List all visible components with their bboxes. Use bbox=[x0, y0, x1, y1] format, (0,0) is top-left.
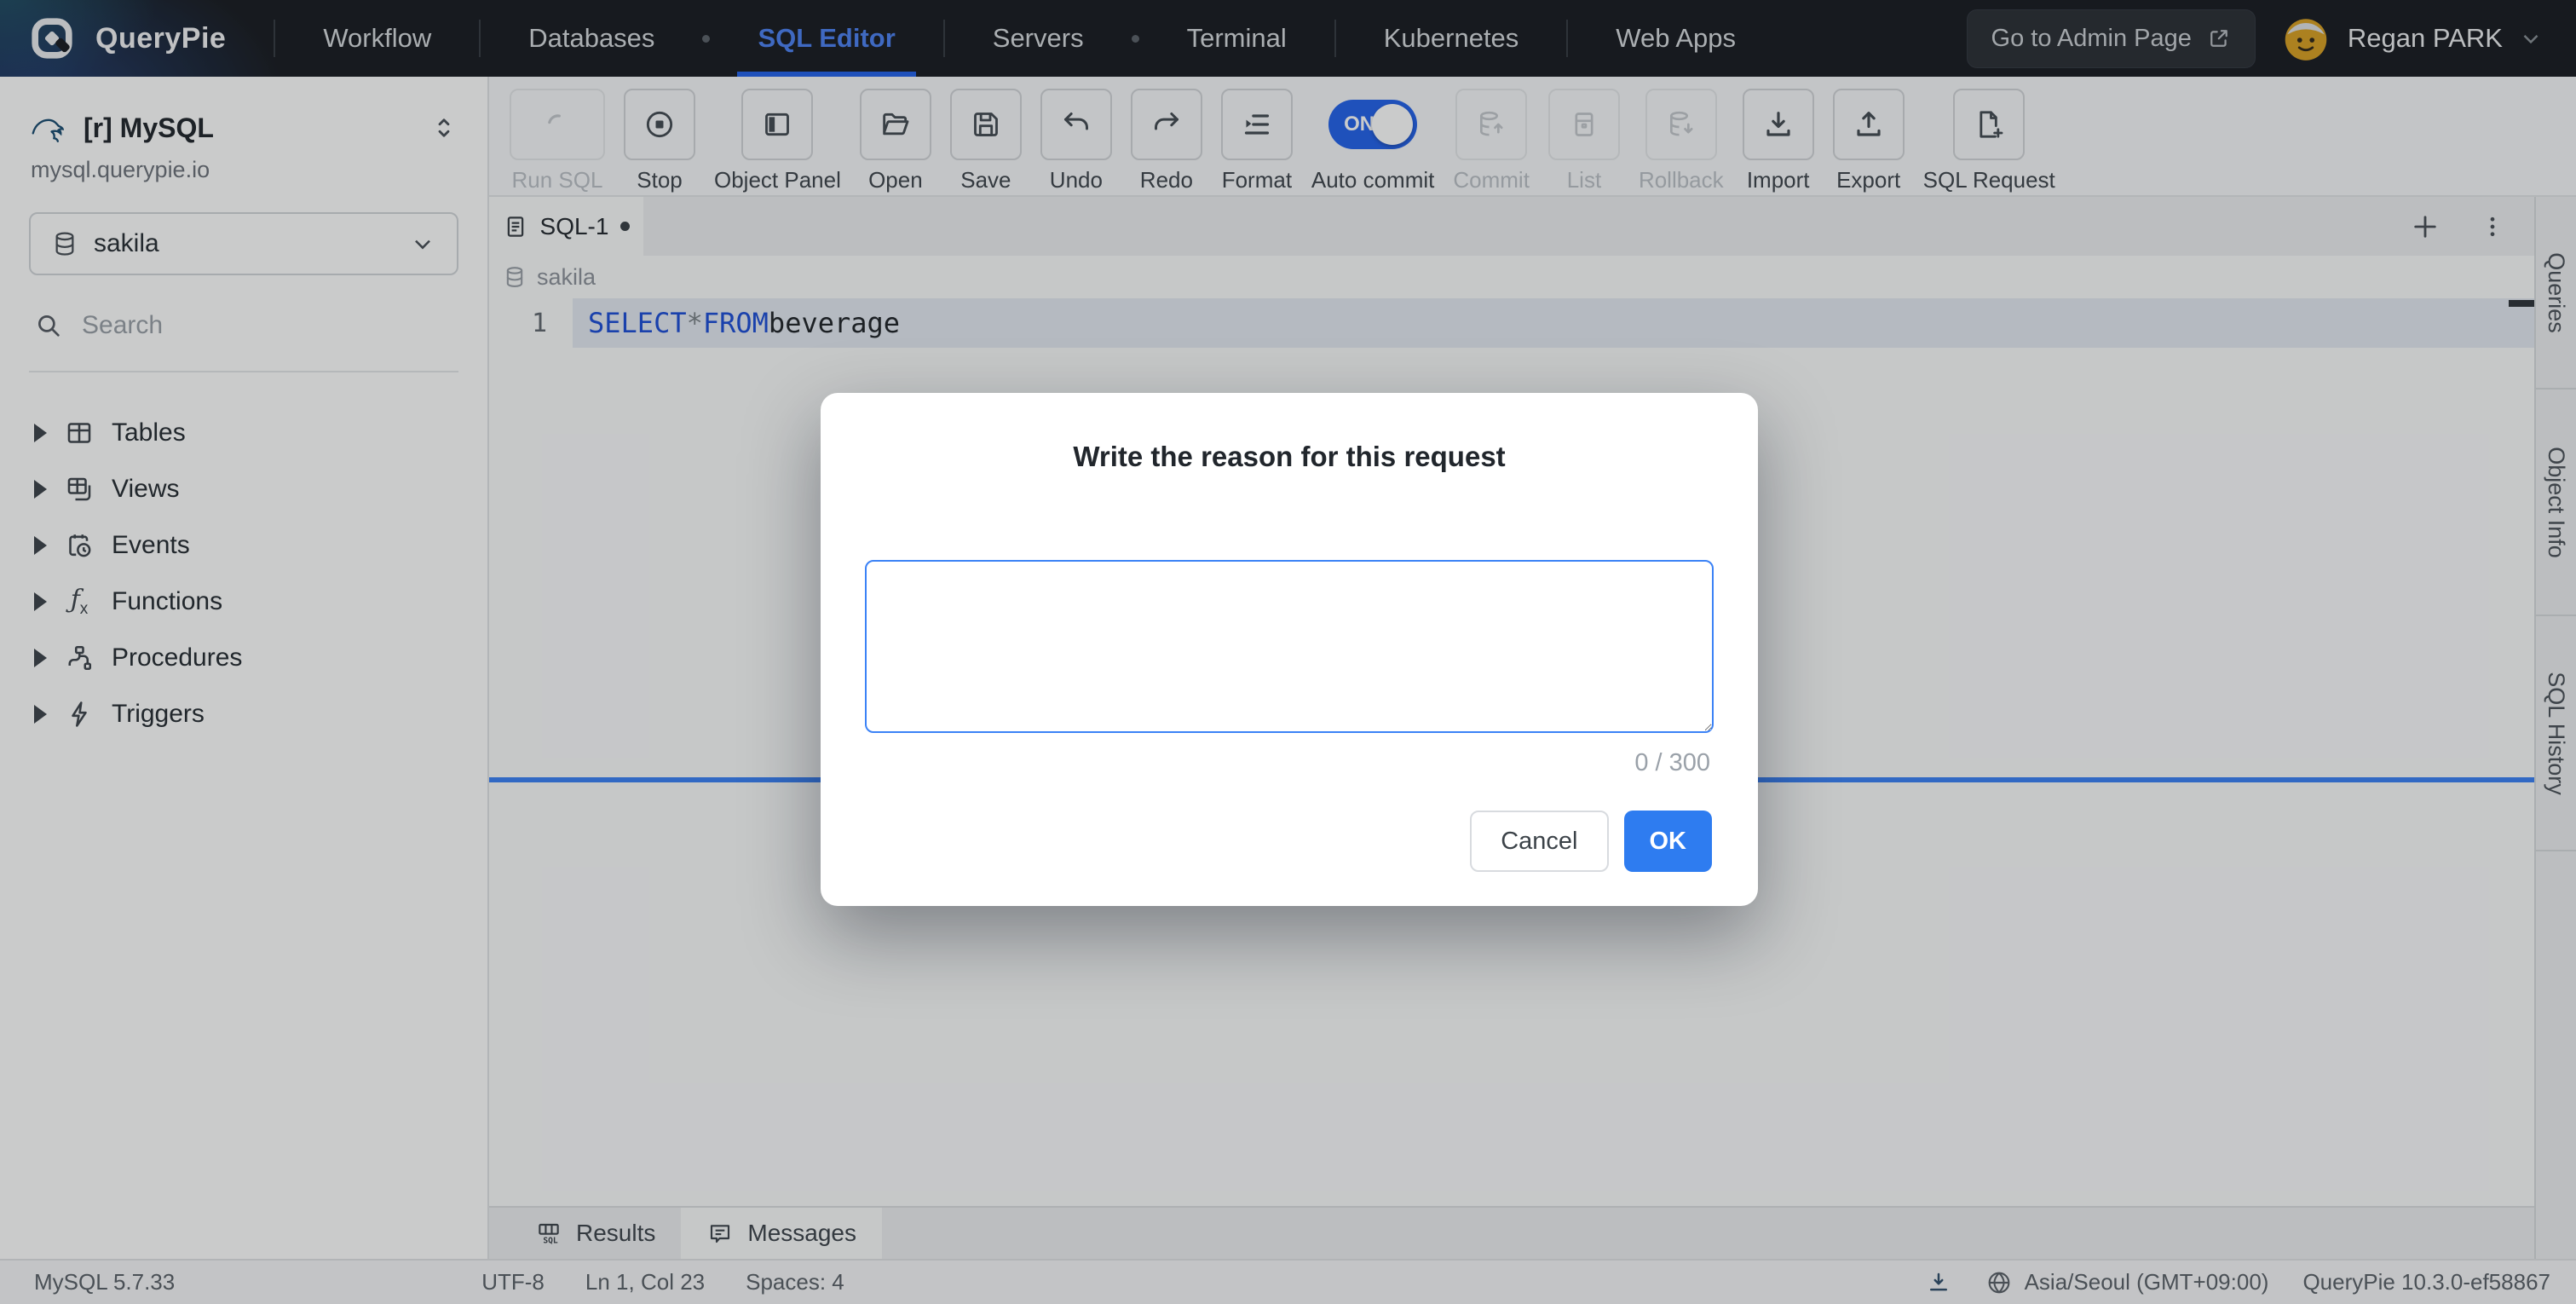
ok-button[interactable]: OK bbox=[1624, 811, 1713, 872]
char-counter: 0 / 300 bbox=[1634, 749, 1710, 777]
reason-dialog: Write the reason for this request 0 / 30… bbox=[821, 393, 1758, 906]
cancel-button[interactable]: Cancel bbox=[1470, 811, 1608, 872]
dialog-title: Write the reason for this request bbox=[865, 393, 1714, 473]
reason-textarea[interactable] bbox=[865, 560, 1714, 733]
